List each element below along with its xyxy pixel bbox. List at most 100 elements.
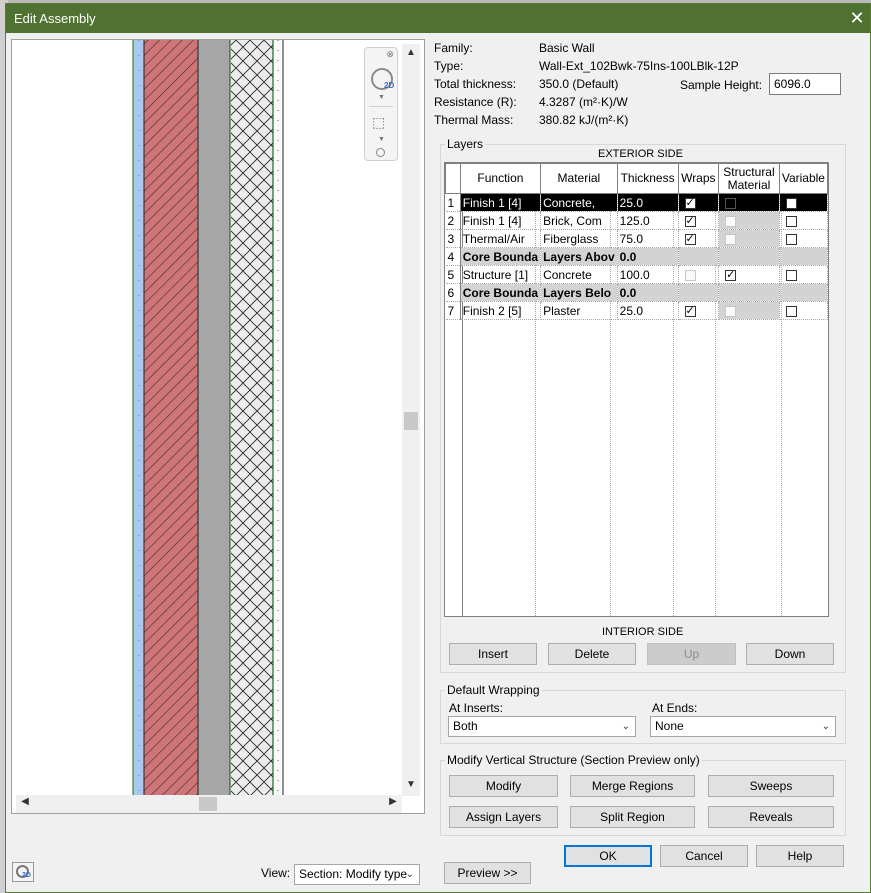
layers-group-title: Layers — [445, 137, 486, 151]
horizontal-scrollbar[interactable]: ◀ ▶ — [16, 795, 402, 813]
vertical-scrollbar[interactable]: ▲ ▼ — [402, 44, 420, 796]
close-icon[interactable]: ✕ — [844, 4, 870, 33]
thickness-cell[interactable]: 25.0 — [617, 193, 679, 212]
reveals-button[interactable]: Reveals — [708, 806, 834, 828]
family-label: Family: — [434, 41, 473, 55]
modify-button[interactable]: Modify — [449, 775, 558, 797]
at-ends-value: None — [655, 719, 684, 733]
variable-checkbox[interactable] — [785, 233, 797, 245]
table-row[interactable]: 3 Thermal/Air Fiberglass 75.0 — [445, 229, 828, 248]
structural-checkbox[interactable] — [725, 268, 737, 282]
chevron-down-icon[interactable]: ▼ — [402, 779, 420, 790]
row-number[interactable]: 5 — [445, 265, 461, 284]
delete-button[interactable]: Delete — [548, 643, 636, 665]
row-number[interactable]: 2 — [445, 211, 461, 230]
variable-cell[interactable] — [779, 229, 828, 248]
row-number[interactable]: 7 — [445, 301, 461, 320]
material-cell[interactable]: Plaster — [540, 301, 618, 320]
variable-cell[interactable] — [779, 265, 828, 284]
material-cell[interactable]: Concrete — [540, 265, 618, 284]
function-cell[interactable]: Structure [1] — [460, 265, 542, 284]
layers-table[interactable]: Function Material Thickness Wraps Struct… — [444, 162, 829, 617]
wraps-cell[interactable] — [678, 211, 720, 230]
function-cell[interactable]: Finish 1 [4] — [460, 193, 542, 212]
up-button[interactable]: Up — [647, 643, 736, 665]
zoom-icon[interactable]: ⬚ — [372, 114, 385, 131]
at-ends-select[interactable]: None ⌄ — [650, 716, 836, 737]
chevron-down-icon[interactable]: ▼ — [378, 136, 385, 143]
table-row[interactable]: 4 Core Bounda Layers Abov 0.0 — [445, 247, 828, 266]
ok-button[interactable]: OK — [564, 845, 652, 867]
table-row[interactable]: 5 Structure [1] Concrete 100.0 — [445, 265, 828, 284]
material-cell[interactable]: Fiberglass — [540, 229, 618, 248]
help-button[interactable]: Help — [756, 845, 844, 867]
dialog-title: Edit Assembly — [14, 11, 96, 26]
scroll-thumb[interactable] — [199, 797, 217, 811]
table-row[interactable]: 7 Finish 2 [5] Plaster 25.0 — [445, 301, 828, 320]
merge-regions-button[interactable]: Merge Regions — [570, 775, 695, 797]
variable-checkbox[interactable] — [785, 215, 797, 227]
family-value: Basic Wall — [539, 41, 595, 55]
variable-checkbox[interactable] — [785, 197, 797, 209]
sample-height-input[interactable]: 6096.0 — [769, 73, 841, 95]
view-label: View: — [261, 866, 291, 880]
type-value: Wall-Ext_102Bwk-75Ins-100LBlk-12P — [539, 59, 739, 73]
row-number[interactable]: 4 — [445, 247, 461, 266]
chevron-left-icon[interactable]: ◀ — [18, 796, 32, 807]
wraps-cell[interactable] — [678, 193, 720, 212]
thickness-cell[interactable]: 100.0 — [617, 265, 679, 284]
row-number[interactable]: 3 — [445, 229, 461, 248]
wraps-cell[interactable] — [678, 301, 720, 320]
variable-cell[interactable] — [779, 193, 828, 212]
thickness-cell: 0.0 — [617, 283, 679, 302]
chevron-right-icon[interactable]: ▶ — [386, 796, 400, 807]
function-cell[interactable]: Thermal/Air — [460, 229, 542, 248]
type-label: Type: — [434, 59, 464, 73]
section-preview[interactable]: ⊗ 2D ▼ ⬚ ▼ ▲ ▼ ◀ ▶ — [11, 39, 425, 814]
insert-button[interactable]: Insert — [449, 643, 537, 665]
customize-icon[interactable] — [376, 148, 385, 157]
table-row[interactable]: 2 Finish 1 [4] Brick, Com 125.0 — [445, 211, 828, 230]
function-cell[interactable]: Finish 2 [5] — [460, 301, 542, 320]
wraps-column-header: Wraps — [677, 163, 720, 194]
sweeps-button[interactable]: Sweeps — [708, 775, 834, 797]
wraps-checkbox[interactable] — [684, 232, 696, 246]
function-cell[interactable]: Finish 1 [4] — [460, 211, 542, 230]
exterior-side-label: EXTERIOR SIDE — [598, 148, 683, 160]
view-select-value: Section: Modify type — [299, 867, 408, 881]
wraps-checkbox[interactable] — [684, 304, 696, 318]
2d-navigation-button[interactable]: 2D — [12, 862, 34, 882]
down-button[interactable]: Down — [746, 643, 834, 665]
cancel-button[interactable]: Cancel — [660, 845, 748, 867]
thickness-cell[interactable]: 75.0 — [617, 229, 679, 248]
chevron-down-icon: ⌄ — [405, 869, 414, 880]
material-cell[interactable]: Concrete, — [540, 193, 618, 212]
row-number[interactable]: 1 — [445, 193, 461, 212]
chevron-down-icon[interactable]: ▼ — [378, 94, 385, 101]
assign-layers-button[interactable]: Assign Layers — [449, 806, 558, 828]
chevron-up-icon[interactable]: ▲ — [402, 47, 420, 58]
thickness-label: Total thickness: — [434, 77, 517, 91]
variable-checkbox[interactable] — [785, 269, 797, 281]
wraps-checkbox[interactable] — [684, 214, 696, 228]
table-row[interactable]: 1 Finish 1 [4] Concrete, 25.0 — [445, 193, 828, 212]
structural-cell[interactable] — [718, 265, 780, 284]
thickness-cell[interactable]: 125.0 — [617, 211, 679, 230]
close-icon[interactable]: ⊗ — [386, 49, 394, 60]
view-select[interactable]: Section: Modify type ⌄ — [294, 864, 420, 885]
variable-checkbox[interactable] — [785, 305, 797, 317]
resistance-value: 4.3287 (m²·K)/W — [539, 95, 628, 109]
table-row[interactable]: 6 Core Bounda Layers Belo 0.0 — [445, 283, 828, 302]
variable-cell[interactable] — [779, 301, 828, 320]
material-cell[interactable]: Brick, Com — [540, 211, 618, 230]
wraps-cell[interactable] — [678, 229, 720, 248]
variable-cell[interactable] — [779, 211, 828, 230]
at-inserts-select[interactable]: Both ⌄ — [448, 716, 636, 737]
thickness-cell[interactable]: 25.0 — [617, 301, 679, 320]
scroll-thumb[interactable] — [404, 412, 418, 430]
preview-button[interactable]: Preview >> — [444, 862, 531, 884]
wraps-checkbox[interactable] — [684, 196, 696, 210]
row-number[interactable]: 6 — [445, 283, 461, 302]
material-cell: Layers Belo — [540, 283, 618, 302]
split-region-button[interactable]: Split Region — [570, 806, 695, 828]
